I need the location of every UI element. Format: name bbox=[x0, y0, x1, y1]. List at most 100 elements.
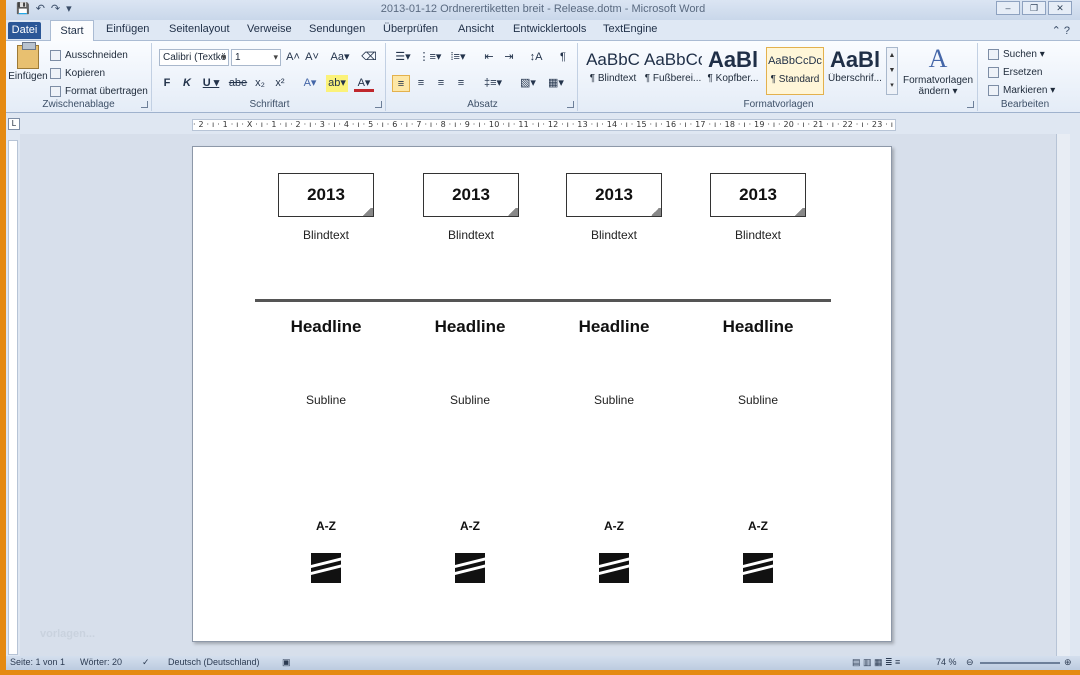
tab-sendungen[interactable]: Sendungen bbox=[309, 23, 365, 35]
copy-button[interactable]: Kopieren bbox=[50, 64, 148, 82]
find-button[interactable]: Suchen ▾ bbox=[988, 45, 1055, 63]
style-fussbereich[interactable]: AaBbCc ¶ Fußberei... bbox=[644, 47, 702, 95]
vertical-scrollbar[interactable] bbox=[1056, 134, 1070, 658]
line-spacing-button[interactable]: ‡≡▾ bbox=[480, 75, 506, 92]
subscript-button[interactable]: x₂ bbox=[252, 75, 268, 92]
label-text: Blindtext bbox=[447, 228, 495, 242]
tab-selector-icon[interactable]: L bbox=[8, 118, 20, 130]
watermark: vorlagen... bbox=[40, 628, 96, 640]
zoom-in-icon[interactable]: ⊕ bbox=[1064, 657, 1072, 668]
headline: Headline bbox=[578, 317, 650, 336]
paragraph-launcher-icon[interactable] bbox=[567, 101, 574, 108]
macro-icon[interactable]: ▣ bbox=[282, 657, 291, 668]
brush-icon bbox=[50, 85, 61, 97]
tab-start[interactable]: Start bbox=[50, 20, 94, 42]
decrease-indent-button[interactable]: ⇤ bbox=[480, 49, 498, 66]
tab-verweise[interactable]: Verweise bbox=[247, 23, 292, 35]
proofing-icon[interactable]: ✓ bbox=[142, 657, 150, 668]
tab-textengine[interactable]: TextEngine bbox=[603, 23, 657, 35]
show-marks-button[interactable]: ¶ bbox=[554, 49, 572, 66]
headline: Headline bbox=[722, 317, 794, 336]
subline: Subline bbox=[305, 393, 347, 407]
label-text: Blindtext bbox=[302, 228, 350, 242]
tab-ansicht[interactable]: Ansicht bbox=[458, 23, 494, 35]
zoom-out-icon[interactable]: ⊖ bbox=[966, 657, 974, 668]
justify-button[interactable]: ≡ bbox=[452, 75, 470, 92]
page-count[interactable]: Seite: 1 von 1 bbox=[10, 657, 65, 667]
tab-ueberpruefen[interactable]: Überprüfen bbox=[383, 23, 438, 35]
sort-button[interactable]: ↕A bbox=[526, 49, 546, 66]
scroll-down-icon[interactable]: ▼ bbox=[887, 63, 897, 78]
spine-column: Headline Subline A-Z bbox=[400, 317, 540, 583]
format-painter-button[interactable]: Format übertragen bbox=[50, 82, 148, 100]
underline-button[interactable]: U ▾ bbox=[200, 75, 222, 92]
label-card: 2013 Blindtext bbox=[566, 173, 662, 242]
increase-indent-button[interactable]: ⇥ bbox=[500, 49, 518, 66]
scroll-up-icon[interactable]: ▲ bbox=[887, 48, 897, 63]
view-buttons[interactable]: ▤ ▥ ▦ ≣ ≡ bbox=[852, 657, 900, 668]
index-label: A-Z bbox=[460, 519, 480, 533]
font-color-button[interactable]: A▾ bbox=[354, 75, 374, 92]
highlight-button[interactable]: ab▾ bbox=[326, 75, 348, 92]
styles-launcher-icon[interactable] bbox=[967, 101, 974, 108]
shrink-font-button[interactable]: A˅ bbox=[304, 49, 320, 66]
clear-format-button[interactable]: ⌫ bbox=[360, 49, 378, 66]
subline: Subline bbox=[737, 393, 779, 407]
language[interactable]: Deutsch (Deutschland) bbox=[168, 657, 260, 667]
grow-font-button[interactable]: A˄ bbox=[285, 49, 301, 66]
strikethrough-button[interactable]: abe bbox=[228, 75, 248, 92]
text-effects-button[interactable]: A▾ bbox=[300, 75, 320, 92]
document-page[interactable]: 2013 Blindtext 2013 Blindtext 2013 Blind… bbox=[192, 146, 892, 642]
status-bar: Seite: 1 von 1 Wörter: 20 ✓ Deutsch (Deu… bbox=[6, 656, 1080, 670]
minimize-button[interactable]: – bbox=[996, 1, 1020, 15]
ribbon: Einfügen Ausschneiden Kopieren Format üb… bbox=[6, 41, 1080, 113]
cut-button[interactable]: Ausschneiden bbox=[50, 46, 148, 64]
styles-scroll[interactable]: ▲ ▼ ▾ bbox=[886, 47, 898, 95]
style-standard[interactable]: AaBbCcDc ¶ Standard bbox=[766, 47, 824, 95]
group-clipboard: Einfügen Ausschneiden Kopieren Format üb… bbox=[6, 42, 152, 111]
group-label-paragraph: Absatz bbox=[467, 99, 498, 110]
multilevel-list-button[interactable]: ⁞≡▾ bbox=[446, 49, 470, 66]
font-size-select[interactable]: 1 bbox=[231, 49, 281, 66]
italic-button[interactable]: K bbox=[180, 75, 194, 92]
cursor-icon bbox=[988, 84, 999, 96]
spine-column: Headline Subline A-Z bbox=[256, 317, 396, 583]
replace-button[interactable]: Ersetzen bbox=[988, 63, 1055, 81]
label-text: Blindtext bbox=[590, 228, 638, 242]
tab-file[interactable]: Datei bbox=[8, 22, 41, 39]
tab-einfuegen[interactable]: Einfügen bbox=[106, 23, 149, 35]
style-kopfbereich[interactable]: AaBl ¶ Kopfber... bbox=[704, 47, 762, 95]
clipboard-launcher-icon[interactable] bbox=[141, 101, 148, 108]
help-icon[interactable]: ⌃ ? bbox=[1052, 24, 1070, 37]
logo-icon bbox=[311, 553, 341, 583]
vertical-ruler[interactable] bbox=[8, 140, 18, 655]
change-styles-button[interactable]: A Formatvorlagen ändern ▾ bbox=[900, 43, 976, 97]
zoom-level[interactable]: 74 % bbox=[936, 657, 957, 667]
superscript-button[interactable]: x² bbox=[272, 75, 288, 92]
bold-button[interactable]: F bbox=[160, 75, 174, 92]
paste-button[interactable]: Einfügen bbox=[8, 42, 48, 82]
style-ueberschrift[interactable]: AaBl Überschrif... bbox=[826, 47, 884, 95]
align-center-button[interactable]: ≡ bbox=[412, 75, 430, 92]
numbering-button[interactable]: ⋮≡▾ bbox=[418, 49, 442, 66]
year-box: 2013 bbox=[710, 173, 806, 217]
shading-button[interactable]: ▧▾ bbox=[516, 75, 540, 92]
align-right-button[interactable]: ≡ bbox=[432, 75, 450, 92]
year-box: 2013 bbox=[423, 173, 519, 217]
style-blindtext[interactable]: AaBbC ¶ Blindtext bbox=[584, 47, 642, 95]
zoom-slider[interactable] bbox=[980, 662, 1060, 664]
styles-more-icon[interactable]: ▾ bbox=[887, 78, 897, 93]
font-name-select[interactable]: Calibri (Textkö bbox=[159, 49, 229, 66]
select-button[interactable]: Markieren ▾ bbox=[988, 81, 1055, 99]
tab-entwicklertools[interactable]: Entwicklertools bbox=[513, 23, 586, 35]
change-case-button[interactable]: Aa▾ bbox=[328, 49, 352, 66]
close-button[interactable]: ✕ bbox=[1048, 1, 1072, 15]
word-count[interactable]: Wörter: 20 bbox=[80, 657, 122, 667]
font-launcher-icon[interactable] bbox=[375, 101, 382, 108]
horizontal-ruler[interactable]: · 2 · ı · 1 · ı · X · ı · 1 · ı · 2 · ı … bbox=[192, 119, 896, 131]
borders-button[interactable]: ▦▾ bbox=[544, 75, 568, 92]
tab-seitenlayout[interactable]: Seitenlayout bbox=[169, 23, 230, 35]
bullets-button[interactable]: ☰▾ bbox=[392, 49, 414, 66]
maximize-button[interactable]: ❐ bbox=[1022, 1, 1046, 15]
align-left-button[interactable]: ≡ bbox=[392, 75, 410, 92]
